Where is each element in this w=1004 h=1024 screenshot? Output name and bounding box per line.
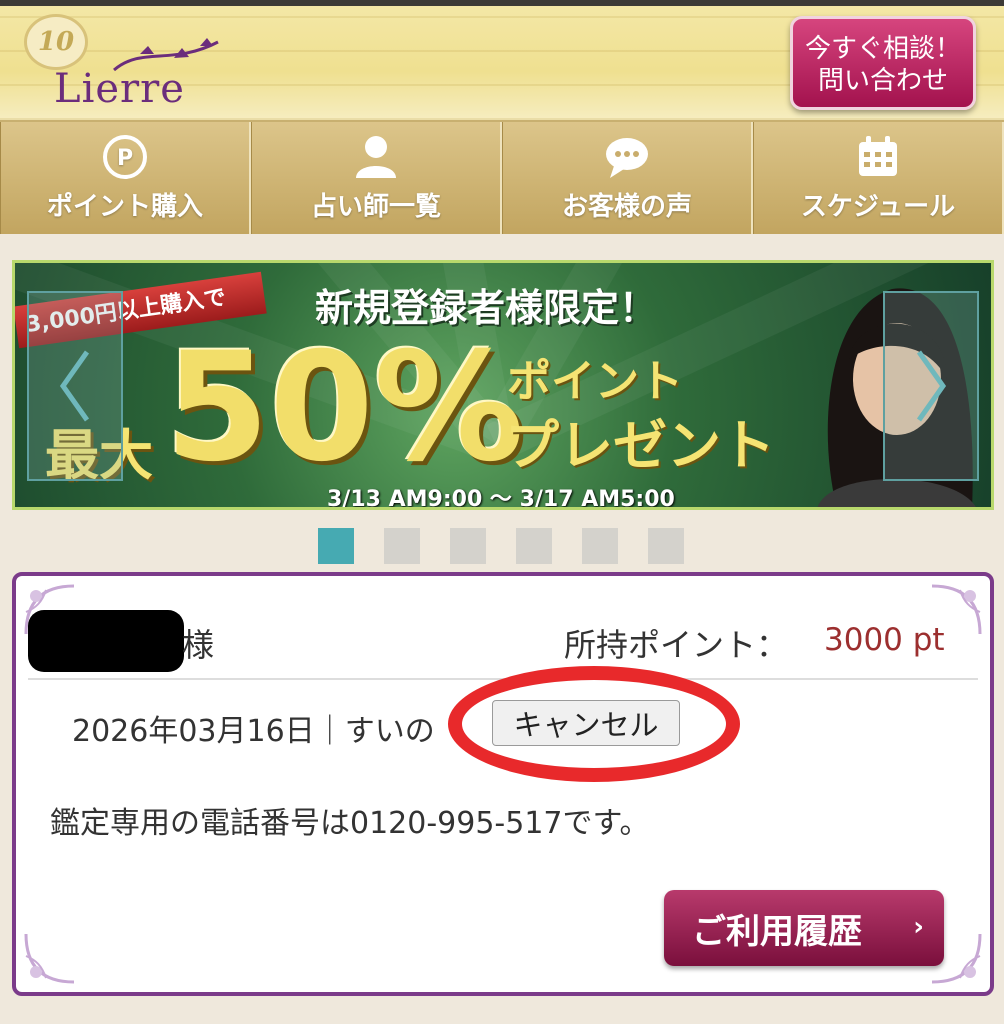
banner-point-label: ポイント	[507, 356, 683, 407]
contact-now-button[interactable]: 今すぐ相談！ 問い合わせ	[790, 16, 976, 110]
carousel-dot-4[interactable]	[516, 528, 552, 564]
anniversary-emblem-icon: 10	[24, 14, 88, 70]
usage-history-button[interactable]: ご利用履歴 ›	[664, 890, 944, 966]
chat-bubble-icon	[606, 137, 648, 178]
nav-item-fortune-tellers[interactable]: 占い師一覧	[251, 122, 502, 234]
svg-text:P: P	[117, 146, 133, 171]
corner-ornament-icon	[24, 933, 75, 984]
chevron-right-icon: ›	[913, 912, 924, 942]
points-value: 3000 pt	[824, 622, 945, 658]
carousel-dot-1[interactable]	[318, 528, 354, 564]
banner-present-label: プレゼント	[505, 414, 775, 477]
carousel-dot-5[interactable]	[582, 528, 618, 564]
logo-text: Lierre	[54, 66, 185, 112]
account-card: 様 所持ポイント： 3000 pt 2026年03月16日｜すいの キャンセル …	[12, 572, 994, 996]
chevron-right-icon	[916, 350, 947, 422]
chevron-left-icon	[59, 350, 90, 422]
carousel-prev-button[interactable]	[27, 291, 123, 481]
carousel-dot-3[interactable]	[450, 528, 486, 564]
nav-label: お客様の声	[561, 191, 692, 222]
carousel-dots	[318, 528, 684, 564]
phone-info: 鑑定専用の電話番号は0120-995-517です。	[50, 806, 650, 841]
banner-percent: 50%	[165, 321, 525, 495]
nav-item-point-purchase[interactable]: P ポイント購入	[0, 122, 251, 234]
nav-label: スケジュール	[800, 191, 956, 222]
nav-label: 占い師一覧	[310, 191, 441, 222]
nav-item-customer-voices[interactable]: お客様の声	[502, 122, 753, 234]
redacted-username	[28, 610, 184, 672]
contact-line-1: 今すぐ相談！	[804, 34, 961, 64]
carousel-dot-2[interactable]	[384, 528, 420, 564]
main-nav: P ポイント購入 占い師一覧 お客様の声 スケジュール	[0, 122, 1004, 234]
header: 10 Lierre 今すぐ相談！ 問い合わせ	[0, 0, 1004, 122]
banner-date: 3/13 AM9:00 ～ 3/17 AM5:00	[327, 487, 675, 510]
campaign-banner[interactable]: 3,000円以上購入で 新規登録者様限定！ 最大 50% ポイント プレゼント …	[12, 260, 994, 510]
red-circle-annotation	[448, 666, 740, 782]
calendar-icon	[859, 135, 897, 176]
points-label: 所持ポイント：	[564, 626, 789, 664]
contact-line-2: 問い合わせ	[817, 66, 948, 96]
nav-label: ポイント購入	[46, 191, 203, 222]
carousel-next-button[interactable]	[883, 291, 979, 481]
usage-history-label: ご利用履歴	[692, 911, 862, 952]
booking-info: 2026年03月16日｜すいの	[72, 714, 435, 749]
nav-item-schedule[interactable]: スケジュール	[753, 122, 1004, 234]
point-coin-icon: P	[103, 134, 147, 179]
lierre-logo[interactable]: 10 Lierre	[24, 14, 224, 112]
person-icon	[356, 135, 396, 178]
honorific-label: 様	[182, 626, 215, 664]
carousel-dot-6[interactable]	[648, 528, 684, 564]
